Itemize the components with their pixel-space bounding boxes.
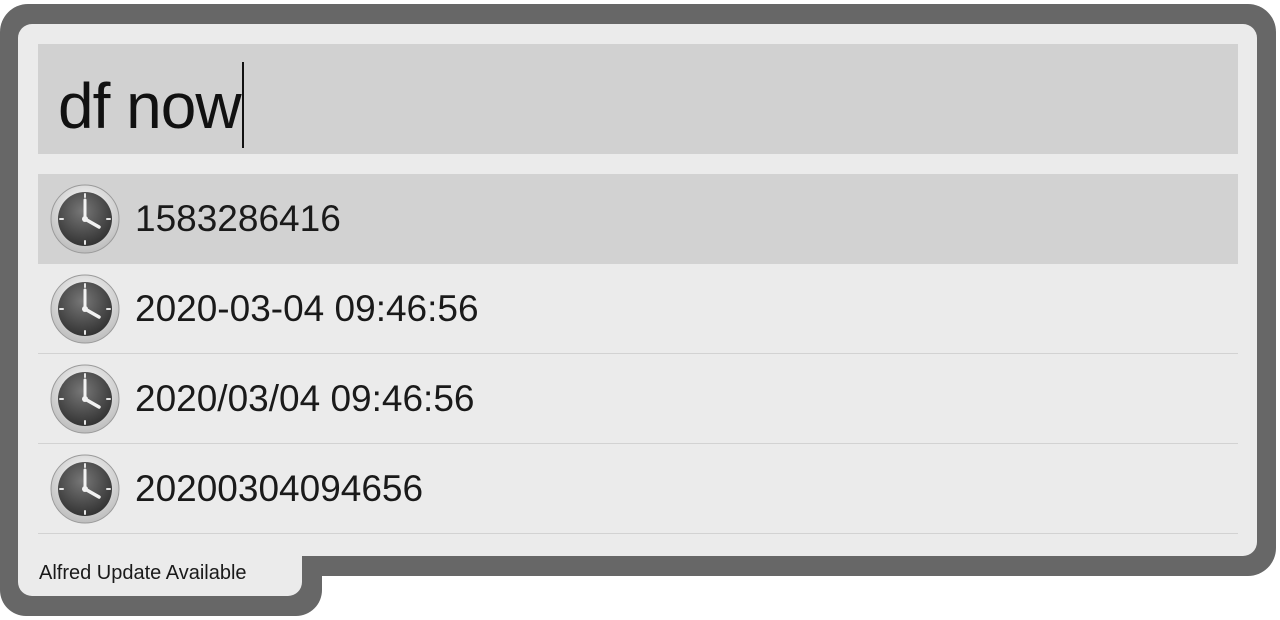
result-row[interactable]: 1583286416 — [38, 174, 1238, 264]
clock-icon — [50, 454, 120, 524]
result-title: 1583286416 — [135, 198, 341, 239]
search-query: df now — [58, 69, 242, 142]
result-row[interactable]: 2020/03/04 09:46:56 — [38, 354, 1238, 444]
clock-icon — [50, 184, 120, 254]
results-list: 1583286416 2020-03-04 09:46:56 2020/03/0… — [38, 174, 1238, 534]
text-caret — [241, 62, 244, 148]
clock-icon — [50, 364, 120, 434]
alfred-window: df now 1583286416 2020-03-04 09:46:56 20… — [0, 0, 1280, 620]
update-available-link[interactable]: Alfred Update Available — [39, 561, 247, 585]
search-field[interactable]: df now — [38, 44, 1238, 154]
clock-icon — [50, 274, 120, 344]
result-row[interactable]: 2020-03-04 09:46:56 — [38, 264, 1238, 354]
result-title: 20200304094656 — [135, 468, 424, 509]
search-input[interactable]: df now — [58, 62, 244, 154]
result-row[interactable]: 20200304094656 — [38, 444, 1238, 534]
result-title: 2020/03/04 09:46:56 — [135, 378, 475, 419]
result-title: 2020-03-04 09:46:56 — [135, 288, 479, 329]
